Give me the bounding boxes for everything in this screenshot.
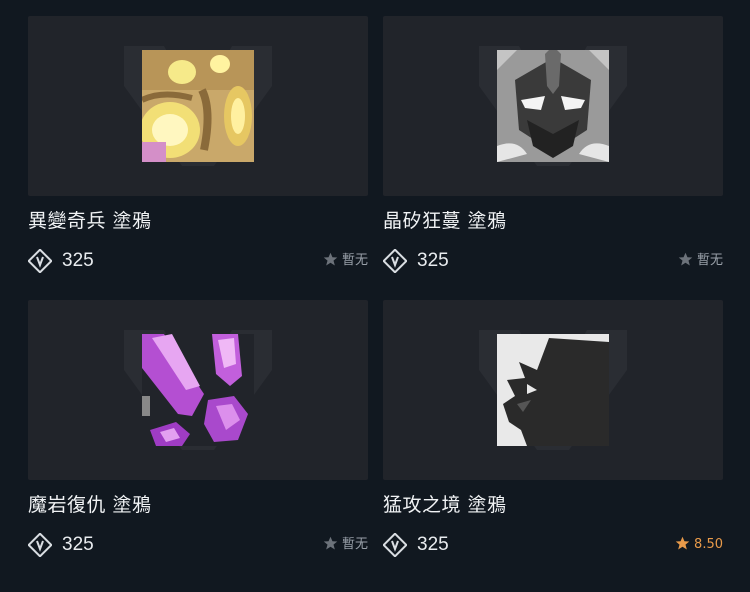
star-icon: [678, 252, 693, 265]
rating: 暫无: [323, 532, 368, 558]
valorant-points-icon: [383, 249, 407, 273]
spray-thumbnail[interactable]: [28, 300, 368, 480]
price-row: 325 暫无: [28, 532, 368, 558]
star-icon: [323, 536, 338, 549]
rating-value: 暫无: [341, 253, 368, 268]
price-row: 325 暫无: [28, 248, 368, 274]
rating-value: 8.50: [694, 537, 723, 552]
spray-card[interactable]: 魔岩復仇 塗鴉 325 暫无: [28, 300, 368, 582]
star-icon: [323, 252, 338, 265]
rating: 8.50: [675, 532, 723, 558]
orb-creature-icon: [142, 50, 254, 162]
rating: 暫无: [678, 248, 723, 274]
rating-value: 暫无: [341, 537, 368, 552]
price-value: 325: [417, 250, 449, 271]
price-row: 325 8.50: [383, 532, 723, 558]
spray-card[interactable]: 異變奇兵 塗鴉 325 暫无: [28, 16, 368, 298]
price-value: 325: [62, 250, 94, 271]
spray-card[interactable]: 猛攻之境 塗鴉 325 8.50: [383, 300, 723, 582]
masked-face-icon: [497, 50, 609, 162]
spray-title: 猛攻之境 塗鴉: [383, 494, 507, 516]
rhino-silhouette-icon: [497, 334, 609, 446]
spray-thumbnail[interactable]: [383, 300, 723, 480]
valorant-points-icon: [28, 533, 52, 557]
spray-thumbnail[interactable]: [28, 16, 368, 196]
valorant-points-icon: [28, 249, 52, 273]
price-row: 325 暫无: [383, 248, 723, 274]
spray-thumbnail[interactable]: [383, 16, 723, 196]
spray-title: 異變奇兵 塗鴉: [28, 210, 152, 232]
rating-value: 暫无: [696, 253, 723, 268]
spray-title: 晶矽狂蔓 塗鴉: [383, 210, 507, 232]
valorant-points-icon: [383, 533, 407, 557]
spray-grid: 異變奇兵 塗鴉 325 暫无 晶矽狂蔓 塗鴉 325 暫无 魔岩復仇 塗鴉 32…: [0, 0, 750, 592]
spray-title: 魔岩復仇 塗鴉: [28, 494, 152, 516]
rating: 暫无: [323, 248, 368, 274]
price-value: 325: [62, 534, 94, 555]
star-icon: [675, 536, 690, 549]
spray-card[interactable]: 晶矽狂蔓 塗鴉 325 暫无: [383, 16, 723, 298]
price-value: 325: [417, 534, 449, 555]
purple-crystals-icon: [142, 334, 254, 446]
